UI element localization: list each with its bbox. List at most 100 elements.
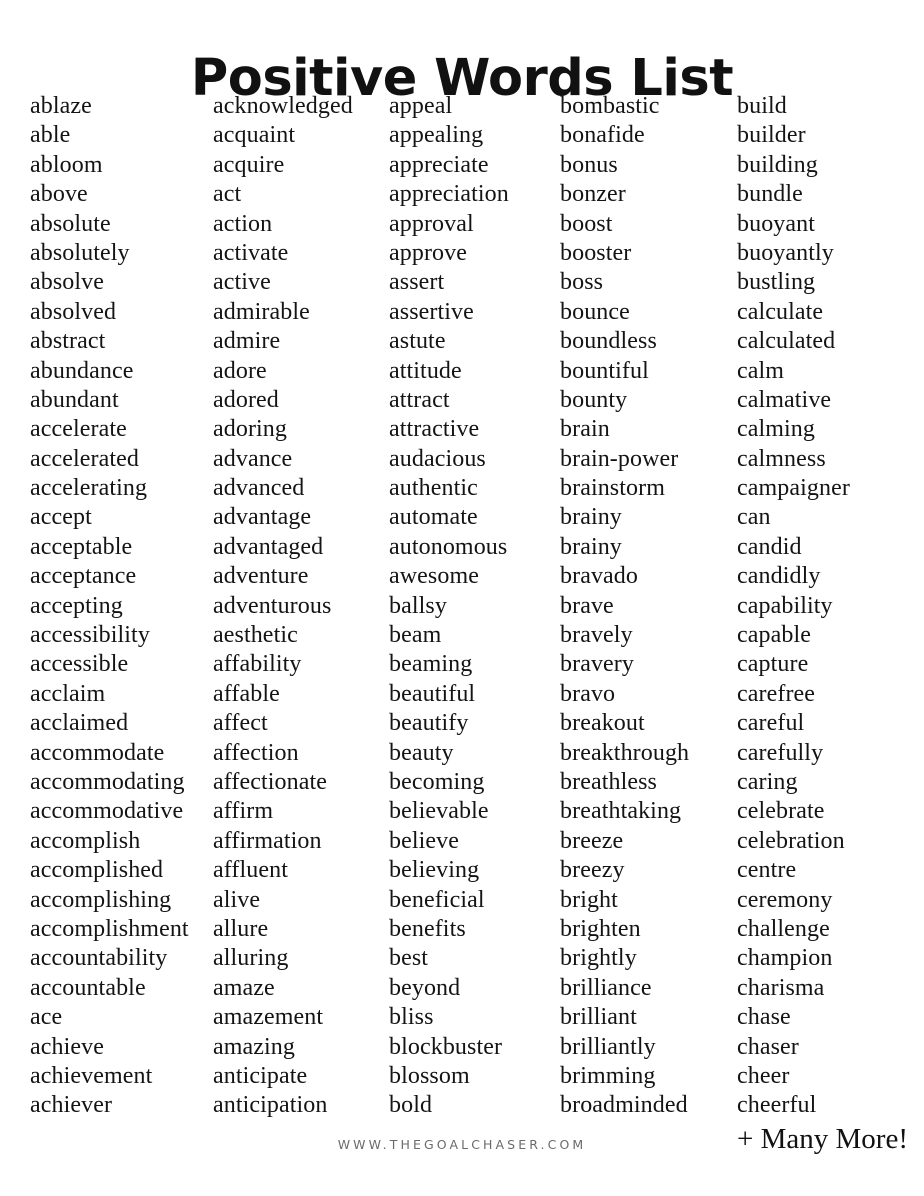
word-item: ceremony: [737, 886, 833, 913]
word-item: accomplishment: [30, 915, 189, 942]
word-item: adventurous: [213, 592, 332, 619]
word-item: accelerated: [30, 445, 139, 472]
word-item: accountable: [30, 974, 146, 1001]
word-item: acceptance: [30, 563, 137, 590]
word-item: chaser: [737, 1033, 799, 1060]
word-item: cheer: [737, 1062, 790, 1089]
word-item: believable: [389, 798, 489, 825]
word-item: ballsy: [389, 592, 447, 619]
word-item: assertive: [389, 298, 474, 325]
word-item: accelerate: [30, 416, 127, 443]
word-item: building: [737, 151, 818, 178]
word-item: abundance: [30, 357, 134, 384]
word-item: anticipation: [213, 1092, 328, 1119]
word-item: advantaged: [213, 533, 324, 560]
positive-words-list-page: Positive Words List ablaze able abloom abov…: [0, 0, 924, 1196]
word-item: bounce: [560, 298, 630, 325]
word-item: affluent: [213, 857, 288, 884]
word-item: calming: [737, 416, 816, 443]
word-column-5: build builder building bundle buoyant buoyant…: [737, 92, 910, 1121]
word-item: can: [737, 504, 771, 531]
word-item: champion: [737, 945, 833, 972]
word-item: affection: [213, 739, 299, 766]
word-item: affirmation: [213, 827, 322, 854]
word-item: boss: [560, 269, 604, 296]
many-more-note: + Many More!: [737, 1123, 908, 1155]
word-item: carefree: [737, 680, 816, 707]
word-item: benefits: [389, 915, 466, 942]
word-item: authentic: [389, 475, 478, 502]
word-item: alluring: [213, 945, 289, 972]
word-item: breakout: [560, 710, 645, 737]
word-item: approve: [389, 239, 467, 266]
word-item: accessible: [30, 651, 129, 678]
word-item: achievement: [30, 1062, 153, 1089]
word-item: brave: [560, 592, 614, 619]
word-item: adored: [213, 386, 279, 413]
word-item: breathless: [560, 768, 657, 795]
word-item: amaze: [213, 974, 275, 1001]
word-item: charisma: [737, 974, 825, 1001]
word-item: accomplish: [30, 827, 141, 854]
word-item: attitude: [389, 357, 462, 384]
word-item: beneficial: [389, 886, 485, 913]
word-item: calculated: [737, 328, 836, 355]
word-item: bravado: [560, 563, 638, 590]
word-item: appreciation: [389, 181, 509, 208]
word-column-4: bombastic bonafide bonus bonzer boost booster…: [560, 92, 737, 1121]
word-item: calmness: [737, 445, 826, 472]
word-item: beautify: [389, 710, 469, 737]
word-item: accelerating: [30, 475, 148, 502]
word-item: broadminded: [560, 1092, 688, 1119]
word-item: centre: [737, 857, 797, 884]
word-item: adore: [213, 357, 267, 384]
word-item: absolute: [30, 210, 111, 237]
word-item: buoyantly: [737, 239, 834, 266]
word-item: brimming: [560, 1062, 656, 1089]
word-item: adoring: [213, 416, 288, 443]
word-item: beauty: [389, 739, 454, 766]
word-item: affability: [213, 651, 302, 678]
word-item: active: [213, 269, 271, 296]
word-item: bountiful: [560, 357, 649, 384]
word-item: admirable: [213, 298, 310, 325]
word-item: bundle: [737, 181, 803, 208]
word-column-3: appeal appealing appreciate appreciation app…: [389, 92, 560, 1121]
word-item: alive: [213, 886, 261, 913]
word-item: bravo: [560, 680, 616, 707]
word-item: accountability: [30, 945, 168, 972]
word-item: capable: [737, 622, 811, 649]
word-item: accept: [30, 504, 92, 531]
word-item: bravery: [560, 651, 634, 678]
word-item: celebrate: [737, 798, 825, 825]
word-item: appreciate: [389, 151, 489, 178]
word-item: astute: [389, 328, 446, 355]
word-item: acclaim: [30, 680, 106, 707]
word-item: boost: [560, 210, 613, 237]
word-item: bustling: [737, 269, 816, 296]
word-item: brain: [560, 416, 610, 443]
word-item: brainstorm: [560, 475, 665, 502]
word-item: calm: [737, 357, 785, 384]
word-item: blockbuster: [389, 1033, 503, 1060]
word-column-2: acknowledged acquaint acquire act action acti…: [213, 92, 389, 1121]
word-item: action: [213, 210, 273, 237]
word-item: affectionate: [213, 768, 328, 795]
word-item: acceptable: [30, 533, 133, 560]
word-item: calculate: [737, 298, 824, 325]
word-item: above: [30, 181, 88, 208]
word-item: bombastic: [560, 93, 660, 119]
word-item: cheerful: [737, 1092, 817, 1119]
word-item: accessibility: [30, 622, 150, 649]
word-item: absolved: [30, 298, 117, 325]
word-item: breathtaking: [560, 798, 682, 825]
word-item: advance: [213, 445, 293, 472]
word-item: bonzer: [560, 181, 626, 208]
word-item: brilliantly: [560, 1033, 656, 1060]
word-item: celebration: [737, 827, 845, 854]
word-item: breeze: [560, 827, 624, 854]
word-item: acquaint: [213, 122, 296, 149]
word-item: builder: [737, 122, 806, 149]
word-item: affirm: [213, 798, 274, 825]
word-item: amazement: [213, 1004, 324, 1031]
